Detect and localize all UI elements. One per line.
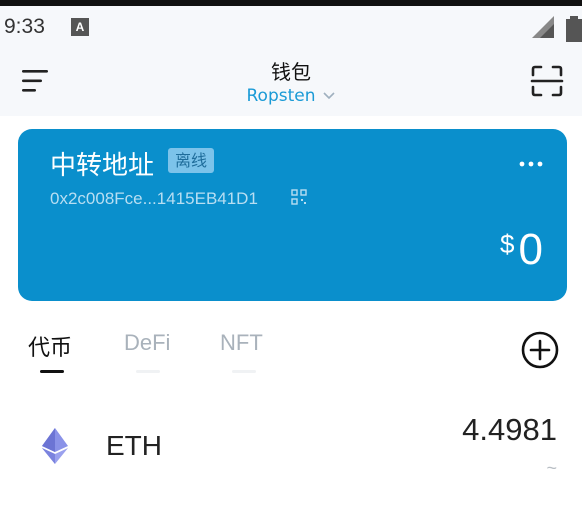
- token-row[interactable]: ETH 4.4981 ~: [0, 408, 582, 488]
- notification-icon: A: [71, 18, 89, 36]
- status-time: 9:33: [4, 15, 45, 38]
- token-amount: 4.4981: [462, 412, 557, 447]
- qr-code-icon[interactable]: [291, 189, 307, 205]
- wallet-balance: $0: [500, 225, 543, 275]
- signal-icon: [532, 16, 554, 38]
- tab-tokens[interactable]: 代币: [28, 330, 72, 362]
- tab-indicator: [136, 370, 160, 373]
- app-header: 钱包 Ropsten: [0, 46, 582, 116]
- tab-nft[interactable]: NFT: [220, 330, 263, 356]
- status-bar: 9:33 A: [0, 6, 582, 46]
- add-circle-icon[interactable]: [521, 331, 559, 369]
- tab-defi[interactable]: DeFi: [124, 330, 170, 356]
- token-symbol: ETH: [106, 430, 162, 461]
- ethereum-icon: [42, 428, 68, 464]
- asset-tabs: 代币 DeFi NFT: [0, 326, 582, 376]
- network-label: Ropsten: [246, 86, 316, 106]
- token-fiat-value: ~: [546, 458, 557, 478]
- offline-badge: 离线: [168, 148, 215, 173]
- tab-indicator-active: [40, 370, 64, 373]
- more-dots-icon[interactable]: [518, 159, 544, 169]
- network-selector[interactable]: Ropsten: [0, 86, 582, 106]
- wallet-name: 中转地址: [50, 151, 155, 181]
- battery-icon: [566, 16, 582, 42]
- page-title: 钱包: [271, 60, 311, 84]
- balance-amount: 0: [518, 225, 543, 274]
- wallet-address[interactable]: 0x2c008Fce...1415EB41D1: [50, 189, 258, 209]
- chevron-down-icon: [322, 92, 335, 100]
- tab-indicator: [232, 370, 256, 373]
- currency-symbol: $: [500, 229, 515, 259]
- scan-qr-icon[interactable]: [530, 64, 564, 98]
- wallet-card[interactable]: 中转地址 离线 0x2c008Fce...1415EB41D1 $0: [18, 129, 567, 301]
